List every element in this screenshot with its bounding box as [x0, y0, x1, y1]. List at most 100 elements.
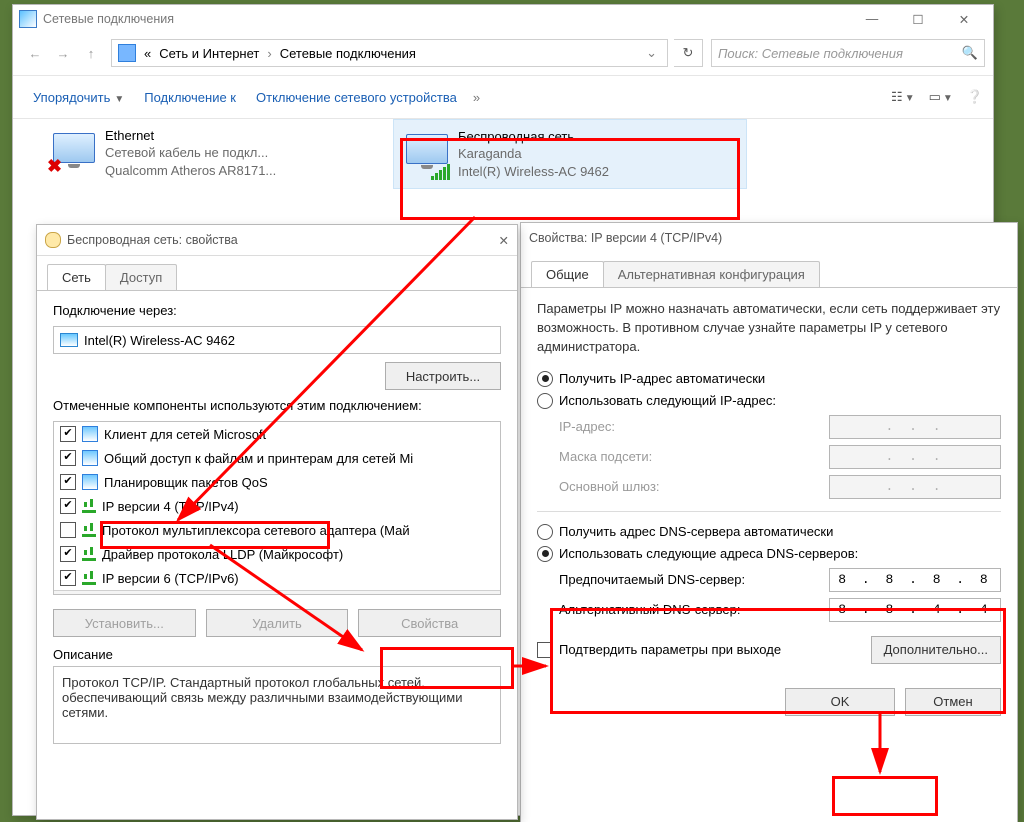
- cancel-button[interactable]: Отмен: [905, 688, 1001, 716]
- command-bar: Упорядочить▼ Подключение к Отключение се…: [13, 76, 993, 119]
- protocol-icon: [82, 524, 96, 537]
- dialog-title: Беспроводная сеть: свойства: [67, 233, 238, 247]
- subnet-mask-input: . . .: [829, 445, 1001, 469]
- tab-network[interactable]: Сеть: [47, 264, 106, 290]
- checkbox-icon: [537, 642, 553, 658]
- search-icon: 🔍: [962, 45, 978, 61]
- component-item[interactable]: IP версии 6 (TCP/IPv6): [54, 566, 500, 590]
- chevron-right-icon: ›: [263, 46, 275, 61]
- connection-status: Сетевой кабель не подкл...: [105, 144, 276, 162]
- preview-pane-button[interactable]: ▭▼: [929, 89, 953, 105]
- radio-manual-dns[interactable]: Использовать следующие адреса DNS-сервер…: [537, 546, 1001, 562]
- info-text: Параметры IP можно назначать автоматичес…: [537, 300, 1001, 357]
- address-row: ← → ↑ « Сеть и Интернет › Сетевые подклю…: [13, 33, 993, 76]
- help-button[interactable]: ❔: [967, 89, 983, 105]
- adapter-field: Intel(R) Wireless-AC 9462: [53, 326, 501, 354]
- properties-button[interactable]: Свойства: [358, 609, 501, 637]
- connect-via-label: Подключение через:: [53, 303, 501, 318]
- dns2-input[interactable]: 8 . 8 . 4 . 4: [829, 598, 1001, 622]
- component-item[interactable]: Клиент для сетей Microsoft: [54, 422, 500, 446]
- view-icons-button[interactable]: ☷▼: [891, 89, 915, 105]
- ethernet-icon: ✖: [47, 129, 95, 177]
- checkbox-icon[interactable]: [60, 450, 76, 466]
- components-label: Отмеченные компоненты используются этим …: [53, 398, 501, 413]
- radio-icon: [537, 546, 553, 562]
- validate-checkbox[interactable]: Подтвердить параметры при выходе Дополни…: [537, 636, 1001, 664]
- tab-alternate[interactable]: Альтернативная конфигурация: [603, 261, 820, 287]
- components-list[interactable]: Клиент для сетей Microsoft Общий доступ к…: [53, 421, 501, 595]
- adapter-icon: [60, 333, 78, 347]
- search-input[interactable]: Поиск: Сетевые подключения 🔍: [711, 39, 985, 67]
- gateway-label: Основной шлюз:: [559, 479, 759, 494]
- radio-auto-ip[interactable]: Получить IP-адрес автоматически: [537, 371, 1001, 387]
- minimize-button[interactable]: —: [849, 5, 895, 33]
- crumb-root[interactable]: «: [140, 46, 155, 61]
- component-item[interactable]: Общий доступ к файлам и принтерам для се…: [54, 446, 500, 470]
- ip-address-input: . . .: [829, 415, 1001, 439]
- chevron-down-icon[interactable]: ⌄: [642, 45, 661, 61]
- up-button[interactable]: ↑: [77, 39, 105, 67]
- more-commands-icon[interactable]: »: [467, 90, 486, 105]
- crumb-connections[interactable]: Сетевые подключения: [276, 46, 420, 61]
- service-icon: [82, 426, 98, 442]
- dialog-titlebar: Беспроводная сеть: свойства ✕: [37, 225, 517, 256]
- configure-button[interactable]: Настроить...: [385, 362, 501, 390]
- gateway-input: . . .: [829, 475, 1001, 499]
- radio-icon: [537, 393, 553, 409]
- location-icon: [118, 44, 136, 62]
- adapter-properties-dialog: Беспроводная сеть: свойства ✕ Сеть Досту…: [36, 224, 518, 820]
- organize-menu[interactable]: Упорядочить▼: [23, 82, 134, 113]
- ipv4-properties-dialog: Свойства: IP версии 4 (TCP/IPv4) Общие А…: [520, 222, 1018, 822]
- component-label: IP версии 6 (TCP/IPv6): [102, 571, 239, 586]
- connection-name: Беспроводная сеть: [458, 128, 609, 146]
- horizontal-scrollbar[interactable]: ‹›: [54, 590, 500, 595]
- radio-icon: [537, 524, 553, 540]
- signal-bars-icon: [431, 164, 450, 180]
- advanced-button[interactable]: Дополнительно...: [871, 636, 1001, 664]
- component-item[interactable]: Драйвер протокола LLDP (Майкрософт): [54, 542, 500, 566]
- component-item[interactable]: IP версии 4 (TCP/IPv4): [54, 494, 500, 518]
- ok-button[interactable]: OK: [785, 688, 895, 716]
- disable-device-menu[interactable]: Отключение сетевого устройства: [246, 82, 467, 113]
- close-button[interactable]: ✕: [499, 233, 509, 248]
- checkbox-icon[interactable]: [60, 570, 76, 586]
- component-item[interactable]: Планировщик пакетов QoS: [54, 470, 500, 494]
- install-button[interactable]: Установить...: [53, 609, 196, 637]
- close-button[interactable]: ✕: [941, 5, 987, 33]
- checkbox-icon[interactable]: [60, 474, 76, 490]
- checkbox-icon[interactable]: [60, 546, 76, 562]
- description-label: Описание: [53, 647, 501, 662]
- tab-general[interactable]: Общие: [531, 261, 604, 287]
- remove-button[interactable]: Удалить: [206, 609, 349, 637]
- chevron-down-icon: ▼: [110, 94, 124, 105]
- component-label: IP версии 4 (TCP/IPv4): [102, 499, 239, 514]
- maximize-button[interactable]: ☐: [895, 5, 941, 33]
- adapter-name: Intel(R) Wireless-AC 9462: [84, 333, 235, 348]
- search-placeholder: Поиск: Сетевые подключения: [718, 46, 903, 61]
- dns1-label: Предпочитаемый DNS-сервер:: [559, 572, 759, 587]
- component-item[interactable]: Протокол мультиплексора сетевого адаптер…: [54, 518, 500, 542]
- connection-wireless[interactable]: Беспроводная сеть Karaganda Intel(R) Wir…: [393, 119, 747, 189]
- component-label: Драйвер протокола LLDP (Майкрософт): [102, 547, 343, 562]
- connection-ethernet[interactable]: ✖ Ethernet Сетевой кабель не подкл... Qu…: [41, 119, 393, 187]
- connect-to-menu[interactable]: Подключение к: [134, 82, 246, 113]
- checkbox-icon[interactable]: [60, 426, 76, 442]
- subnet-mask-label: Маска подсети:: [559, 449, 759, 464]
- address-bar[interactable]: « Сеть и Интернет › Сетевые подключения …: [111, 39, 668, 67]
- protocol-icon: [82, 572, 96, 585]
- checkbox-icon[interactable]: [60, 498, 76, 514]
- tab-access[interactable]: Доступ: [105, 264, 177, 290]
- dns1-input[interactable]: 8 . 8 . 8 . 8: [829, 568, 1001, 592]
- radio-manual-ip[interactable]: Использовать следующий IP-адрес:: [537, 393, 1001, 409]
- dialog-titlebar: Свойства: IP версии 4 (TCP/IPv4): [521, 223, 1017, 253]
- back-button[interactable]: ←: [21, 39, 49, 67]
- refresh-button[interactable]: ↻: [674, 39, 703, 67]
- forward-button[interactable]: →: [49, 39, 77, 67]
- radio-auto-dns[interactable]: Получить адрес DNS-сервера автоматически: [537, 524, 1001, 540]
- bulb-icon: [45, 232, 61, 248]
- component-label: Планировщик пакетов QoS: [104, 475, 268, 490]
- service-icon: [82, 474, 98, 490]
- component-label: Общий доступ к файлам и принтерам для се…: [104, 451, 413, 466]
- checkbox-icon[interactable]: [60, 522, 76, 538]
- crumb-network[interactable]: Сеть и Интернет: [155, 46, 263, 61]
